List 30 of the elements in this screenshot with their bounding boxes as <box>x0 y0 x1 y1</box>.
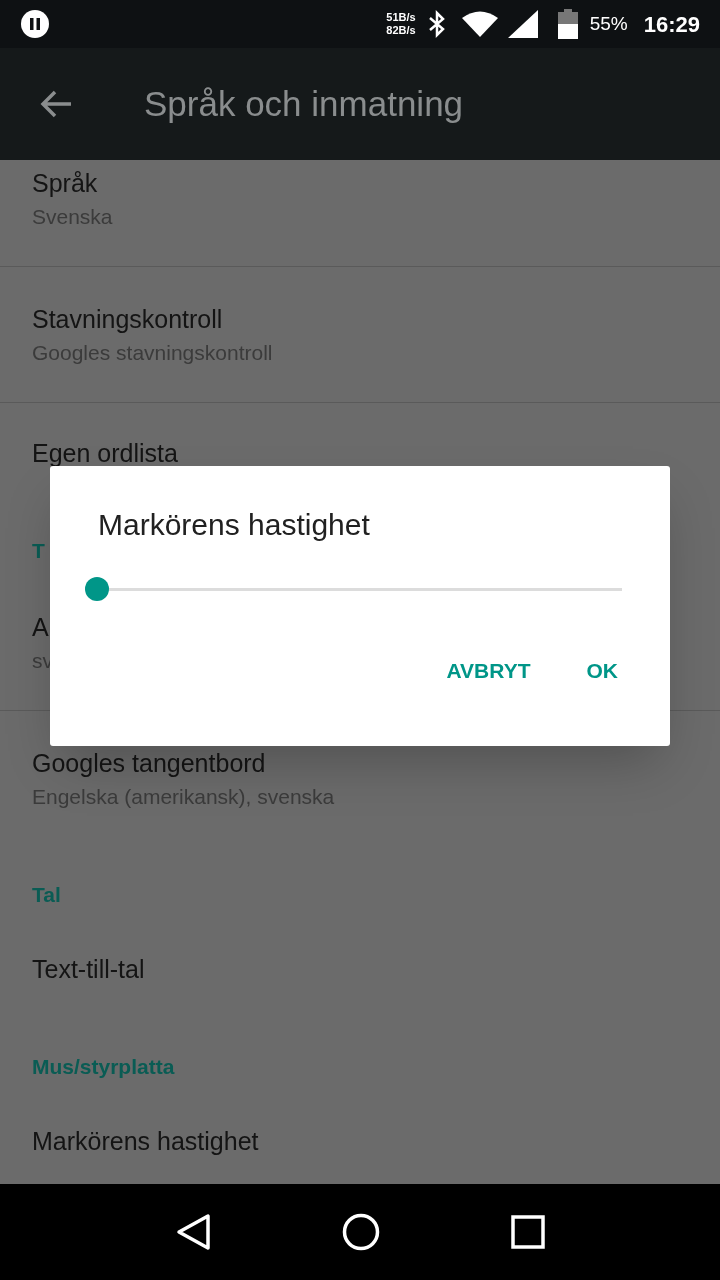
section-header: Mus/styrplatta <box>32 1055 176 1079</box>
battery-percent: 55% <box>589 11 628 36</box>
back-icon[interactable] <box>175 1213 212 1251</box>
section-header: T <box>32 539 46 563</box>
dialog-title: Markörens hastighet <box>98 507 371 543</box>
pause-icon <box>20 9 50 39</box>
upload-speed: 51B/s <box>386 11 416 24</box>
dialog-button[interactable]: OK <box>566 641 638 701</box>
item-title: Egen ordlista <box>32 438 179 469</box>
item-title: Googles tangentbord <box>32 748 267 779</box>
item-title: Markörens hastighet <box>32 1126 260 1157</box>
back-arrow-icon <box>39 89 73 119</box>
dialog-button[interactable]: AVBRYT <box>426 641 551 701</box>
item-title: A <box>32 611 50 643</box>
recents-icon[interactable] <box>510 1215 545 1249</box>
clock: 16:29 <box>643 10 700 39</box>
wifi-icon <box>461 11 498 37</box>
battery-icon <box>557 9 578 39</box>
settings-item[interactable]: Text-till-tal <box>0 919 720 1019</box>
slider-thumb[interactable] <box>85 577 109 601</box>
download-speed: 82B/s <box>386 24 416 37</box>
item-title: Text-till-tal <box>32 954 146 985</box>
home-icon[interactable] <box>342 1213 380 1251</box>
speed-slider[interactable] <box>85 577 622 601</box>
toolbar-title: Språk och inmatning <box>144 82 464 125</box>
signal-icon <box>507 10 538 38</box>
item-title: Stavningskontroll <box>32 303 224 335</box>
settings-item[interactable]: Markörens hastighet <box>0 1091 720 1184</box>
section-header: Tal <box>32 883 62 907</box>
item-title: Språk <box>32 167 99 199</box>
